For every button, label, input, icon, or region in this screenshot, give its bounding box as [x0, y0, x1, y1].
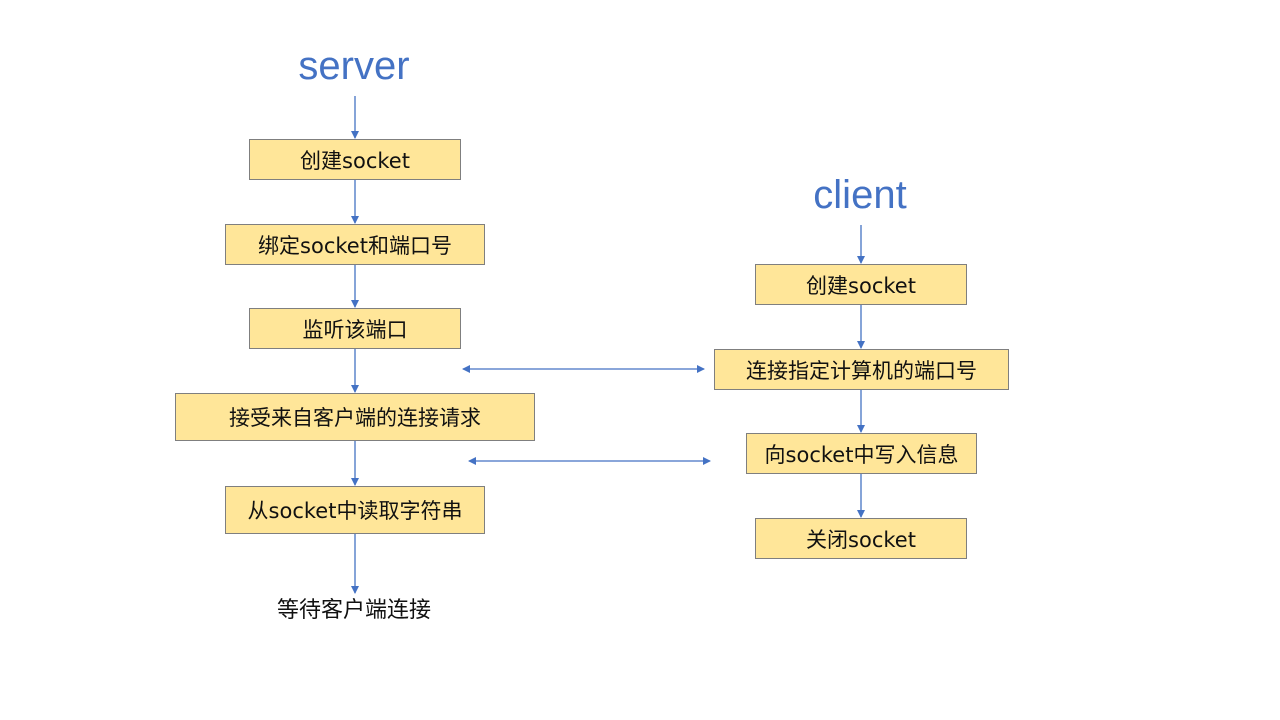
server-step-create-socket: 创建socket [249, 139, 461, 180]
server-end-label: 等待客户端连接 [276, 598, 431, 623]
client-step-write: 向socket中写入信息 [746, 433, 977, 474]
server-step-read-string: 从socket中读取字符串 [225, 486, 485, 534]
client-step-close-socket: 关闭socket [755, 518, 967, 559]
client-step-connect: 连接指定计算机的端口号 [714, 349, 1009, 390]
server-step-listen: 监听该端口 [249, 308, 461, 349]
client-step-create-socket: 创建socket [755, 264, 967, 305]
server-title: server [298, 44, 410, 88]
flow-arrows [351, 96, 865, 594]
server-step-accept: 接受来自客户端的连接请求 [175, 393, 535, 441]
client-title: client [813, 173, 907, 217]
server-step-bind-port: 绑定socket和端口号 [225, 224, 485, 265]
